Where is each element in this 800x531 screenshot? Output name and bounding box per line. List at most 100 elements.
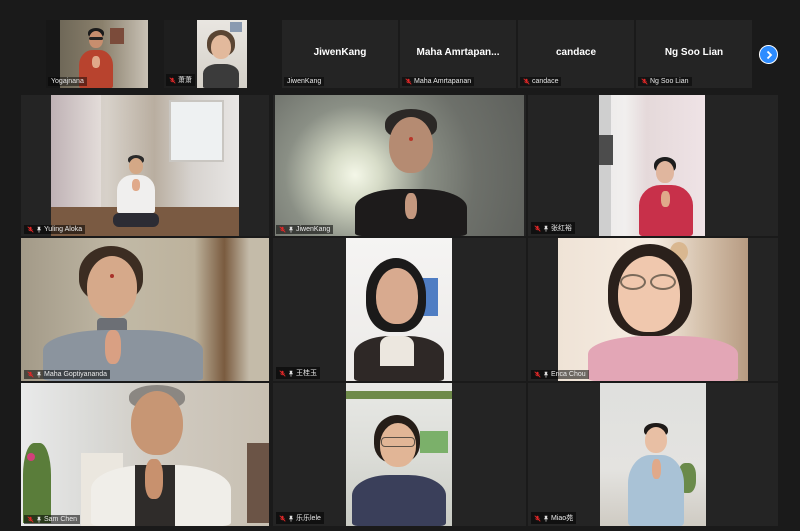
participant-figure bbox=[352, 415, 446, 526]
participant-name: 张红裕 bbox=[551, 225, 572, 232]
participant-center-name: candace bbox=[555, 47, 597, 58]
participant-figure bbox=[201, 30, 241, 88]
pin-icon bbox=[36, 371, 42, 378]
pin-icon bbox=[36, 516, 42, 523]
participant-name-label: Maha Goptiyananda bbox=[24, 370, 111, 379]
mic-muted-icon bbox=[523, 78, 530, 85]
participant-center-name: Maha Amrtapan... bbox=[416, 47, 500, 58]
strip-tile-yogajnana[interactable]: Yogajnana bbox=[46, 20, 148, 88]
participant-video bbox=[558, 238, 748, 381]
participant-video bbox=[346, 383, 452, 526]
video-tile-lele[interactable]: 乐乐lele bbox=[273, 383, 526, 526]
participant-name: JiwenKang bbox=[296, 226, 331, 233]
mic-muted-icon bbox=[534, 224, 541, 232]
participant-name-label: JiwenKang bbox=[276, 225, 334, 234]
participant-name: 乐乐lele bbox=[296, 515, 321, 522]
next-page-button[interactable] bbox=[759, 45, 778, 64]
participant-name-label: Sam Chen bbox=[24, 515, 81, 524]
pin-icon bbox=[288, 370, 294, 377]
participant-name-label: Maha Amrtapanan bbox=[402, 77, 475, 86]
video-tile-yuling-aloka[interactable]: Yuling Aloka bbox=[21, 95, 269, 236]
mic-muted-icon bbox=[641, 78, 648, 85]
participant-name-label: JiwenKang bbox=[284, 77, 325, 86]
strip-tile-candace[interactable]: candace candace bbox=[518, 20, 634, 88]
mic-muted-icon bbox=[534, 514, 541, 522]
garland bbox=[346, 391, 452, 399]
participant-figure bbox=[347, 109, 467, 236]
strip-tile-jiwenkang[interactable]: JiwenKang JiwenKang bbox=[282, 20, 398, 88]
participant-name: Ng Soo Lian bbox=[650, 78, 689, 85]
participant-name: Maha Goptiyananda bbox=[44, 371, 108, 378]
strip-tile-maha-amrtapanan[interactable]: Maha Amrtapan... Maha Amrtapanan bbox=[400, 20, 516, 88]
participant-name: 王桂玉 bbox=[296, 370, 317, 377]
participant-name: Yuling Aloka bbox=[44, 226, 83, 233]
participant-name: candace bbox=[532, 78, 559, 85]
video-tile-miao-yuan[interactable]: Miao苑 bbox=[528, 383, 778, 526]
mic-muted-icon bbox=[27, 516, 34, 523]
participant-name: JiwenKang bbox=[287, 78, 322, 85]
participant-video bbox=[21, 383, 269, 526]
participant-name-label: 乐乐lele bbox=[276, 512, 324, 524]
participant-video bbox=[275, 95, 524, 236]
mic-muted-icon bbox=[279, 226, 286, 233]
strip-tile-ng-soo-lian[interactable]: Ng Soo Lian Ng Soo Lian bbox=[636, 20, 752, 88]
participant-name: Maha Amrtapanan bbox=[414, 78, 472, 85]
mic-muted-icon bbox=[405, 78, 412, 85]
participant-center-name: JiwenKang bbox=[313, 47, 367, 58]
mic-muted-icon bbox=[279, 514, 286, 522]
pin-icon bbox=[543, 515, 549, 522]
participant-center-name: Ng Soo Lian bbox=[664, 47, 724, 58]
video-tile-sam-chen[interactable]: Sam Chen bbox=[21, 383, 269, 526]
video-tile-wang-guiyu[interactable]: 王桂玉 bbox=[273, 238, 526, 381]
coat bbox=[599, 135, 613, 165]
pin-icon bbox=[543, 371, 549, 378]
participant-name-label: Ng Soo Lian bbox=[638, 77, 692, 86]
participant-name-label: 萧萧 bbox=[166, 74, 195, 86]
participant-figure bbox=[354, 258, 444, 381]
door bbox=[247, 443, 269, 523]
participant-figure bbox=[43, 246, 203, 381]
flower bbox=[27, 453, 35, 461]
video-tile-zhang-hongyu[interactable]: 张红裕 bbox=[528, 95, 778, 236]
participant-video bbox=[51, 95, 239, 236]
participant-video bbox=[197, 20, 247, 88]
participant-name: 萧萧 bbox=[178, 77, 192, 84]
participant-video bbox=[346, 238, 452, 381]
video-tile-erica-chou[interactable]: Erica Chou bbox=[528, 238, 778, 381]
pin-icon bbox=[36, 226, 42, 233]
mic-muted-icon bbox=[534, 371, 541, 378]
strip-tile-xiaoxiao[interactable]: 萧萧 bbox=[164, 20, 247, 88]
door-frame bbox=[599, 95, 611, 236]
participant-name: Miao苑 bbox=[551, 515, 574, 522]
participant-name-label: Erica Chou bbox=[531, 370, 589, 379]
video-tile-maha-goptiyananda[interactable]: Maha Goptiyananda bbox=[21, 238, 269, 381]
participant-name: Sam Chen bbox=[44, 516, 78, 523]
participant-figure bbox=[637, 157, 695, 236]
mic-muted-icon bbox=[169, 76, 176, 84]
mic-muted-icon bbox=[27, 226, 34, 233]
participant-figure bbox=[113, 155, 159, 231]
participant-video bbox=[600, 383, 706, 526]
video-tile-jiwenkang[interactable]: JiwenKang bbox=[273, 95, 526, 236]
participant-name-label: Yuling Aloka bbox=[24, 225, 86, 234]
chevron-right-icon bbox=[766, 50, 772, 59]
window bbox=[169, 100, 224, 162]
participant-name-label: 王桂玉 bbox=[276, 367, 320, 379]
participant-strip: Yogajnana 萧萧 JiwenKang JiwenKang Maha Am… bbox=[46, 20, 754, 88]
pin-icon bbox=[543, 225, 549, 232]
participant-figure bbox=[588, 244, 738, 381]
pin-icon bbox=[288, 515, 294, 522]
participant-name-label: candace bbox=[520, 77, 562, 86]
mic-muted-icon bbox=[279, 369, 286, 377]
participant-name-label: 张红裕 bbox=[531, 222, 575, 234]
participant-name: Yogajnana bbox=[51, 78, 84, 85]
participant-name-label: Yogajnana bbox=[48, 77, 87, 86]
participant-figure bbox=[91, 385, 231, 526]
participant-name-label: Miao苑 bbox=[531, 512, 577, 524]
participant-video bbox=[599, 95, 705, 236]
mic-muted-icon bbox=[27, 371, 34, 378]
participant-name: Erica Chou bbox=[551, 371, 586, 378]
pin-icon bbox=[288, 226, 294, 233]
participant-video bbox=[21, 238, 269, 381]
participant-figure bbox=[626, 423, 686, 526]
